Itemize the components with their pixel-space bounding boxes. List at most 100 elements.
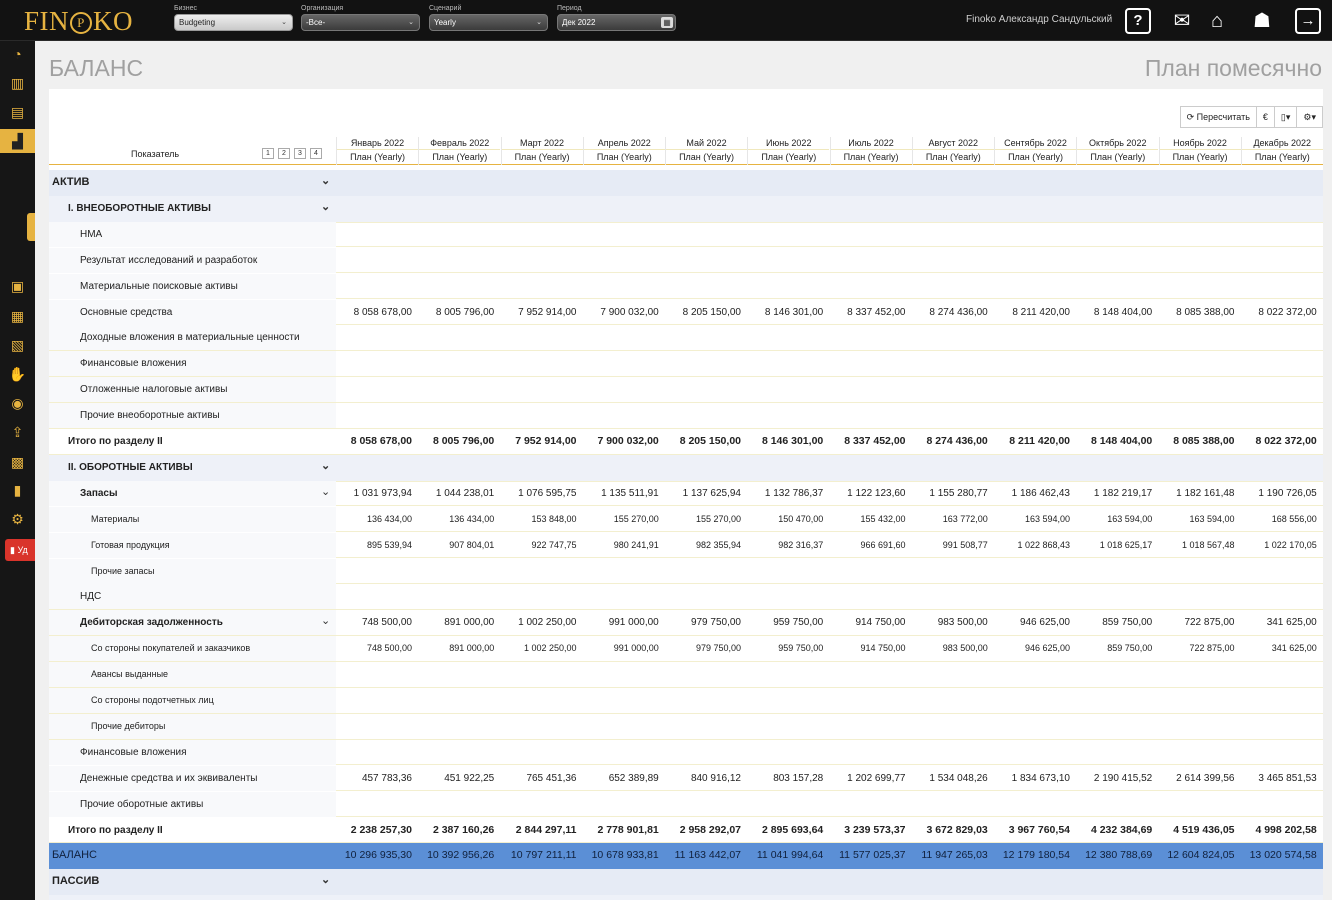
presentation-icon[interactable]: ▣ <box>0 274 35 298</box>
submenu-indicator[interactable] <box>27 213 35 241</box>
value-cell[interactable]: 722 875,00 <box>1159 636 1241 661</box>
value-cell[interactable]: 12 380 788,69 <box>1076 843 1158 868</box>
collapse-chevron-icon[interactable]: ⌄ <box>321 455 330 477</box>
value-cell[interactable]: 136 434,00 <box>418 507 500 532</box>
value-cell[interactable]: 2 387 160,26 <box>418 818 500 843</box>
value-cell[interactable]: 153 848,00 <box>501 507 583 532</box>
value-cell[interactable]: 3 465 851,53 <box>1241 766 1323 791</box>
value-cell[interactable]: 1 190 726,05 <box>1241 481 1323 506</box>
table-row[interactable]: Прочие запасы <box>49 558 1323 585</box>
business-select[interactable]: Budgeting ⌄ <box>174 14 293 31</box>
value-cell[interactable]: 980 241,91 <box>583 533 665 558</box>
level-button[interactable]: 4 <box>310 148 322 159</box>
value-cell[interactable]: 722 875,00 <box>1159 610 1241 635</box>
value-cell[interactable]: 8 005 796,00 <box>418 429 500 454</box>
table-row[interactable]: Прочие внеоборотные активы <box>49 403 1323 429</box>
table-row[interactable]: НМА <box>49 221 1323 248</box>
value-cell[interactable]: 451 922,25 <box>418 766 500 791</box>
value-cell[interactable]: 8 005 796,00 <box>418 300 500 325</box>
value-cell[interactable]: 11 577 025,37 <box>830 843 912 868</box>
value-cell[interactable]: 840 916,12 <box>665 766 747 791</box>
chart-icon[interactable]: ▟ <box>0 129 35 153</box>
value-cell[interactable]: 4 998 202,58 <box>1241 818 1323 843</box>
database-icon[interactable]: ◉ <box>0 391 35 415</box>
logout-icon[interactable]: → <box>1295 8 1321 34</box>
value-cell[interactable]: 11 041 994,64 <box>747 843 829 868</box>
value-cell[interactable]: 155 270,00 <box>665 507 747 532</box>
value-cell[interactable]: 457 783,36 <box>336 766 418 791</box>
value-cell[interactable]: 1 022 170,05 <box>1241 533 1323 558</box>
value-cell[interactable]: 1 834 673,10 <box>994 766 1076 791</box>
calculator-icon[interactable]: ▩ <box>0 450 35 474</box>
collapse-chevron-icon[interactable]: ⌄ <box>321 170 330 192</box>
value-cell[interactable]: 946 625,00 <box>994 610 1076 635</box>
value-cell[interactable]: 1 076 595,75 <box>501 481 583 506</box>
table-row[interactable]: II. ОБОРОТНЫЕ АКТИВЫ ⌄ <box>49 454 1323 482</box>
value-cell[interactable]: 959 750,00 <box>747 636 829 661</box>
value-cell[interactable]: 1 182 219,17 <box>1076 481 1158 506</box>
table-row[interactable]: Дебиторская задолженность ⌄ 748 500,00 891 … <box>49 610 1323 636</box>
value-cell[interactable]: 8 205 150,00 <box>665 429 747 454</box>
value-cell[interactable]: 12 179 180,54 <box>994 843 1076 868</box>
upload-icon[interactable]: ⇪ <box>0 420 35 444</box>
export-button[interactable]: ▯▾ <box>1273 106 1298 128</box>
value-cell[interactable]: 341 625,00 <box>1241 610 1323 635</box>
level-button[interactable]: 3 <box>294 148 306 159</box>
value-cell[interactable]: 13 020 574,58 <box>1241 843 1323 868</box>
table-row[interactable]: Со стороны подотчетных лиц <box>49 688 1323 714</box>
report-icon[interactable]: ▧ <box>0 333 35 357</box>
calendar-icon[interactable]: ▦ <box>661 17 673 28</box>
table-row[interactable]: Итого по разделу II 2 238 257,30 2 387 160… <box>49 818 1323 844</box>
value-cell[interactable]: 8 085 388,00 <box>1159 300 1241 325</box>
value-cell[interactable]: 1 002 250,00 <box>501 610 583 635</box>
period-input[interactable]: Дек 2022 ▦ <box>557 14 676 31</box>
table-row[interactable]: Результат исследований и разработок <box>49 247 1323 274</box>
value-cell[interactable]: 982 316,37 <box>747 533 829 558</box>
dashboard-icon[interactable]: ◔ <box>0 42 35 66</box>
organization-select[interactable]: -Все- ⌄ <box>301 14 420 31</box>
collapse-chevron-icon[interactable]: ⌄ <box>321 610 330 632</box>
value-cell[interactable]: 12 604 824,05 <box>1159 843 1241 868</box>
collapse-chevron-icon[interactable]: ⌄ <box>321 895 330 900</box>
table-row[interactable]: Материальные поисковые активы <box>49 273 1323 300</box>
value-cell[interactable]: 10 797 211,11 <box>501 843 583 868</box>
value-cell[interactable]: 1 132 786,37 <box>747 481 829 506</box>
value-cell[interactable]: 155 270,00 <box>583 507 665 532</box>
value-cell[interactable]: 982 355,94 <box>665 533 747 558</box>
collapse-chevron-icon[interactable]: ⌄ <box>321 481 330 503</box>
value-cell[interactable]: 8 148 404,00 <box>1076 429 1158 454</box>
value-cell[interactable]: 8 022 372,00 <box>1241 300 1323 325</box>
value-cell[interactable]: 163 594,00 <box>994 507 1076 532</box>
value-cell[interactable]: 8 274 436,00 <box>912 429 994 454</box>
settings-button[interactable]: ⚙▾ <box>1296 106 1323 128</box>
value-cell[interactable]: 8 148 404,00 <box>1076 300 1158 325</box>
table-row[interactable]: III. КАПИТАЛ И РЕЗЕРВЫ⌄ <box>49 895 1323 900</box>
value-cell[interactable]: 1 135 511,91 <box>583 481 665 506</box>
value-cell[interactable]: 652 389,89 <box>583 766 665 791</box>
chat-icon[interactable]: ✉ <box>1169 8 1195 34</box>
value-cell[interactable]: 979 750,00 <box>665 636 747 661</box>
value-cell[interactable]: 150 470,00 <box>747 507 829 532</box>
value-cell[interactable]: 2 614 399,56 <box>1159 766 1241 791</box>
value-cell[interactable]: 959 750,00 <box>747 610 829 635</box>
value-cell[interactable]: 2 238 257,30 <box>336 818 418 843</box>
home-icon[interactable]: ⌂ <box>1204 8 1230 34</box>
value-cell[interactable]: 341 625,00 <box>1241 636 1323 661</box>
value-cell[interactable]: 8 274 436,00 <box>912 300 994 325</box>
value-cell[interactable]: 983 500,00 <box>912 610 994 635</box>
value-cell[interactable]: 895 539,94 <box>336 533 418 558</box>
value-cell[interactable]: 1 534 048,26 <box>912 766 994 791</box>
table-row[interactable]: Доходные вложения в материальные ценност… <box>49 325 1323 352</box>
value-cell[interactable]: 8 205 150,00 <box>665 300 747 325</box>
money-icon[interactable]: ▤ <box>0 100 35 124</box>
value-cell[interactable]: 3 967 760,54 <box>994 818 1076 843</box>
building-icon[interactable]: ▦ <box>0 304 35 328</box>
value-cell[interactable]: 983 500,00 <box>912 636 994 661</box>
table-row[interactable]: Основные средства 8 058 678,00 8 005 796,0… <box>49 299 1323 326</box>
value-cell[interactable]: 2 778 901,81 <box>583 818 665 843</box>
value-cell[interactable]: 10 678 933,81 <box>583 843 665 868</box>
level-button[interactable]: 1 <box>262 148 274 159</box>
value-cell[interactable]: 891 000,00 <box>418 636 500 661</box>
value-cell[interactable]: 991 000,00 <box>583 610 665 635</box>
value-cell[interactable]: 1 022 868,43 <box>994 533 1076 558</box>
